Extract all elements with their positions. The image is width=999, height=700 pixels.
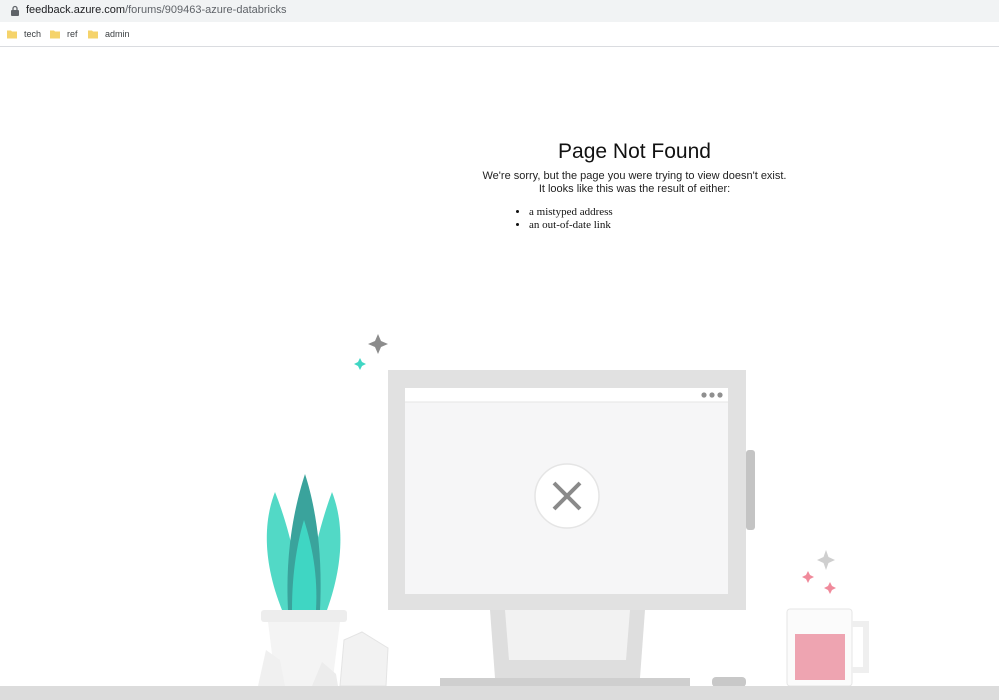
error-illustration (258, 334, 869, 687)
sparkle-icon (802, 571, 814, 583)
sparkle-icon (368, 334, 388, 354)
bottom-bar (0, 686, 999, 700)
monitor-icon (388, 370, 755, 687)
sparkle-icon (817, 550, 835, 570)
plant-icon (258, 474, 389, 687)
close-icon (534, 463, 600, 529)
mug-icon (786, 608, 869, 687)
sparkle-icon (354, 358, 366, 370)
sparkle-icon (824, 582, 836, 594)
